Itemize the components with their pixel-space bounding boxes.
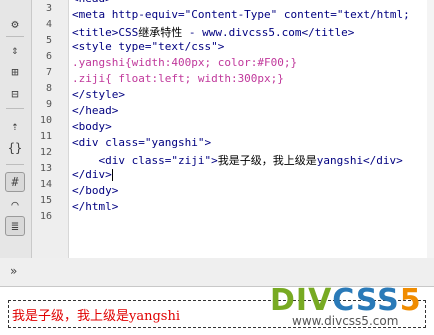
line-number: 4 (45, 19, 52, 30)
apply-comment-icon[interactable]: {} (5, 138, 25, 158)
gear-icon[interactable]: ⚙ (5, 14, 25, 34)
code-token: yangshi</div> (316, 154, 403, 167)
code-line: <div class="yangshi"> (72, 136, 212, 149)
code-line: <head> (72, 0, 112, 8)
wrap-tag-icon[interactable]: ⌒ (5, 194, 25, 214)
code-line: <div class="ziji">我是子级，我上级是yangshi</div> (72, 152, 403, 168)
preview-output-text: 我是子级，我上级是yangshi (12, 309, 180, 324)
code-line: </body> (72, 184, 119, 197)
line-number: 8 (45, 83, 52, 94)
toolbar-divider (6, 164, 24, 165)
line-number: 16 (39, 211, 52, 222)
code-line: </div> (72, 168, 113, 184)
format-source-icon[interactable]: ≣ (5, 216, 25, 236)
code-line: .ziji{ float:left; width:300px;} (72, 72, 284, 85)
code-token: 继承特性 (138, 26, 183, 39)
code-line: <body> (72, 120, 112, 133)
coding-toolbar: ⚙ ⇕ ⊞ ⊟ ⇡ {} # ⌒ ≣ (0, 0, 32, 258)
line-number: 6 (45, 51, 52, 62)
toolbar-divider (6, 36, 24, 37)
code-line: </style> (72, 88, 125, 101)
vertical-scrollbar[interactable] (427, 0, 434, 258)
logo-five: 5 (399, 283, 422, 318)
toolbar-divider (6, 108, 24, 109)
logo-div: DIV (270, 283, 333, 318)
line-number: 9 (45, 99, 52, 110)
logo-url: www.divcss5.com (292, 314, 399, 328)
code-token: - www.divcss5.com</title> (182, 26, 355, 39)
highlight-invalid-icon[interactable]: # (5, 172, 25, 192)
line-number: 5 (45, 35, 52, 46)
code-editor[interactable]: ⚙ ⇕ ⊞ ⊟ ⇡ {} # ⌒ ≣ 3 4 5 6 7 8 9 10 11 1… (0, 0, 434, 259)
line-number: 3 (45, 3, 52, 14)
line-number: 14 (39, 179, 52, 190)
expand-all-icon[interactable]: ⇕ (5, 40, 25, 60)
line-number: 12 (39, 147, 52, 158)
code-line: <title>CSS继承特性 - www.divcss5.com</title> (72, 24, 354, 40)
line-number: 15 (39, 195, 52, 206)
line-number: 11 (39, 131, 52, 142)
divcss5-logo: DIVCSS5 www.divcss5.com (270, 283, 430, 333)
code-line: .yangshi{width:400px; color:#F00;} (72, 56, 298, 69)
line-number: 13 (39, 163, 52, 174)
code-line: </html> (72, 200, 119, 213)
line-number-gutter: 3 4 5 6 7 8 9 10 11 12 13 14 15 16 (32, 0, 69, 258)
chevron-down-icon[interactable]: » (10, 264, 17, 278)
expand-tag-icon[interactable]: ⊟ (5, 84, 25, 104)
code-line: <meta http-equiv="Content-Type" content=… (72, 8, 410, 21)
code-line: </head> (72, 104, 119, 117)
collapse-tag-icon[interactable]: ⊞ (5, 62, 25, 82)
code-token: </div> (72, 168, 112, 181)
select-parent-icon[interactable]: ⇡ (5, 116, 25, 136)
code-token: <title>CSS (72, 26, 139, 39)
code-token: 我是子级，我上级是 (217, 154, 317, 167)
logo-wordmark: DIVCSS5 (270, 283, 422, 318)
line-number: 7 (45, 67, 52, 78)
code-line: <style type="text/css"> (72, 40, 225, 53)
line-number: 10 (39, 115, 52, 126)
code-token: <div class="ziji"> (72, 154, 218, 167)
logo-css: CSS (332, 283, 400, 318)
text-caret (111, 169, 113, 181)
